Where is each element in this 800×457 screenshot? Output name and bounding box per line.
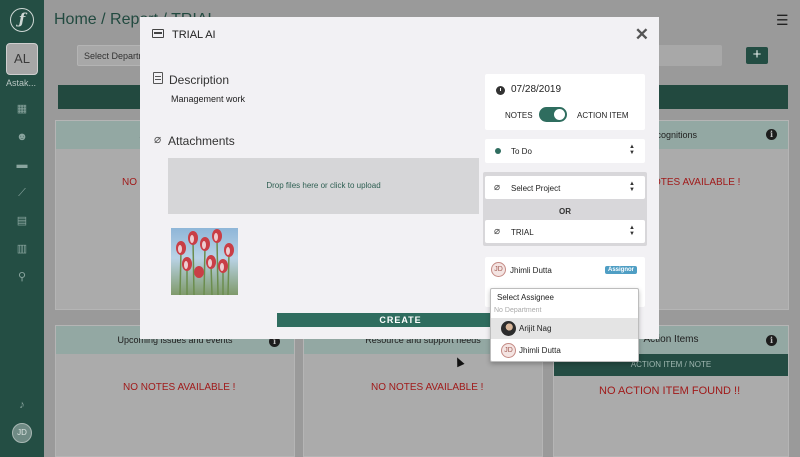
modal-title: TRIAL AI <box>172 29 216 41</box>
info-icon[interactable]: i <box>766 335 777 346</box>
user-avatar[interactable]: AL <box>6 43 38 75</box>
document-icon <box>153 72 163 84</box>
book-icon[interactable]: ▥ <box>14 242 30 256</box>
department-select-modal[interactable]: ⌀ TRIAL ▲ ▼ <box>485 220 645 243</box>
bell-icon[interactable]: ♪ <box>14 398 30 412</box>
date-panel: 07/28/2019 NOTES ACTION ITEM <box>485 74 645 130</box>
status-select[interactable]: To Do ▲ ▼ <box>485 139 645 163</box>
user-name: Astak... <box>6 78 37 88</box>
status-value: To Do <box>511 147 532 156</box>
department-value: TRIAL <box>511 228 534 237</box>
option-name: Arijit Nag <box>519 324 552 333</box>
info-icon[interactable]: i <box>766 129 777 140</box>
assignee-option[interactable]: JD Jhimli Dutta <box>491 340 638 361</box>
toggle-knob <box>554 109 565 120</box>
card-upcoming: Upcoming issues and events i NO NOTES AV… <box>55 325 295 457</box>
close-icon[interactable]: ✕ <box>635 25 649 45</box>
users-icon[interactable]: ☻ <box>14 130 30 144</box>
no-action-message: NO ACTION ITEM FOUND !! <box>599 385 741 397</box>
description-text[interactable]: Management work <box>171 94 245 104</box>
clock-icon <box>496 86 505 95</box>
notes-label: NOTES <box>505 111 533 120</box>
assignee-option[interactable]: Arijit Nag <box>491 318 638 339</box>
sidebar: ƒ AL Astak... ▦ ☻ ▬ ⟋ ▤ ▥ ⚲ ♪ JD <box>0 0 44 457</box>
option-name: Jhimli Dutta <box>519 346 561 355</box>
card-icon <box>152 29 164 38</box>
bottom-avatar[interactable]: JD <box>12 423 32 443</box>
description-label: Description <box>169 73 230 87</box>
chart-icon[interactable]: ⟋ <box>14 186 30 200</box>
user-photo-avatar <box>501 321 516 336</box>
action-item-label: ACTION ITEM <box>577 111 629 120</box>
department-select[interactable]: Select Department <box>77 45 147 66</box>
status-dot-icon <box>495 148 501 154</box>
paperclip-icon: ⌀ <box>494 226 501 237</box>
attachment-thumbnail[interactable] <box>171 228 238 295</box>
dropdown-group-label: No Department <box>494 307 542 314</box>
date-value[interactable]: 07/28/2019 <box>511 84 561 95</box>
assignee-avatar: JD <box>491 262 506 277</box>
project-group: ⌀ Select Project ▲ ▼ OR ⌀ TRIAL ▲ ▼ <box>483 172 647 246</box>
assignor-badge: Assignor <box>604 266 637 274</box>
select-arrows-icon: ▲ ▼ <box>629 144 635 156</box>
paperclip-icon: ⌀ <box>494 182 501 193</box>
project-select[interactable]: ⌀ Select Project ▲ ▼ <box>485 176 645 199</box>
select-arrows-icon: ▲ ▼ <box>629 181 635 193</box>
search-icon[interactable]: ⚲ <box>14 270 30 284</box>
project-placeholder: Select Project <box>511 184 561 193</box>
dropdown-header[interactable]: Select Assignee <box>497 293 554 302</box>
menu-icon[interactable]: ☰ <box>776 12 789 29</box>
select-arrows-icon: ▲ ▼ <box>629 225 635 237</box>
option-avatar: JD <box>501 343 516 358</box>
assignee-dropdown: Select Assignee No Department Arijit Nag… <box>490 288 639 362</box>
type-toggle-row: NOTES ACTION ITEM <box>485 107 645 123</box>
or-divider: OR <box>559 207 571 216</box>
file-dropzone[interactable]: Drop files here or click to upload <box>168 158 479 214</box>
create-button[interactable]: CREATE <box>277 313 524 327</box>
notes-action-toggle[interactable] <box>539 107 567 122</box>
empty-message: NO NOTES AVAILABLE ! <box>123 382 236 393</box>
folder-icon[interactable]: ▬ <box>14 158 30 172</box>
app-logo[interactable]: ƒ <box>10 8 34 32</box>
add-button[interactable]: + <box>746 47 768 64</box>
dashboard-icon[interactable]: ▦ <box>14 102 30 116</box>
search-bar[interactable] <box>657 45 722 66</box>
attachments-label: Attachments <box>168 134 235 148</box>
paperclip-icon: ⌀ <box>154 132 162 146</box>
assignee-name: Jhimli Dutta <box>510 266 552 275</box>
empty-message: NO NOTES AVAILABLE ! <box>371 382 484 393</box>
table-icon[interactable]: ▤ <box>14 214 30 228</box>
modal-header: TRIAL AI ✕ <box>140 17 659 55</box>
